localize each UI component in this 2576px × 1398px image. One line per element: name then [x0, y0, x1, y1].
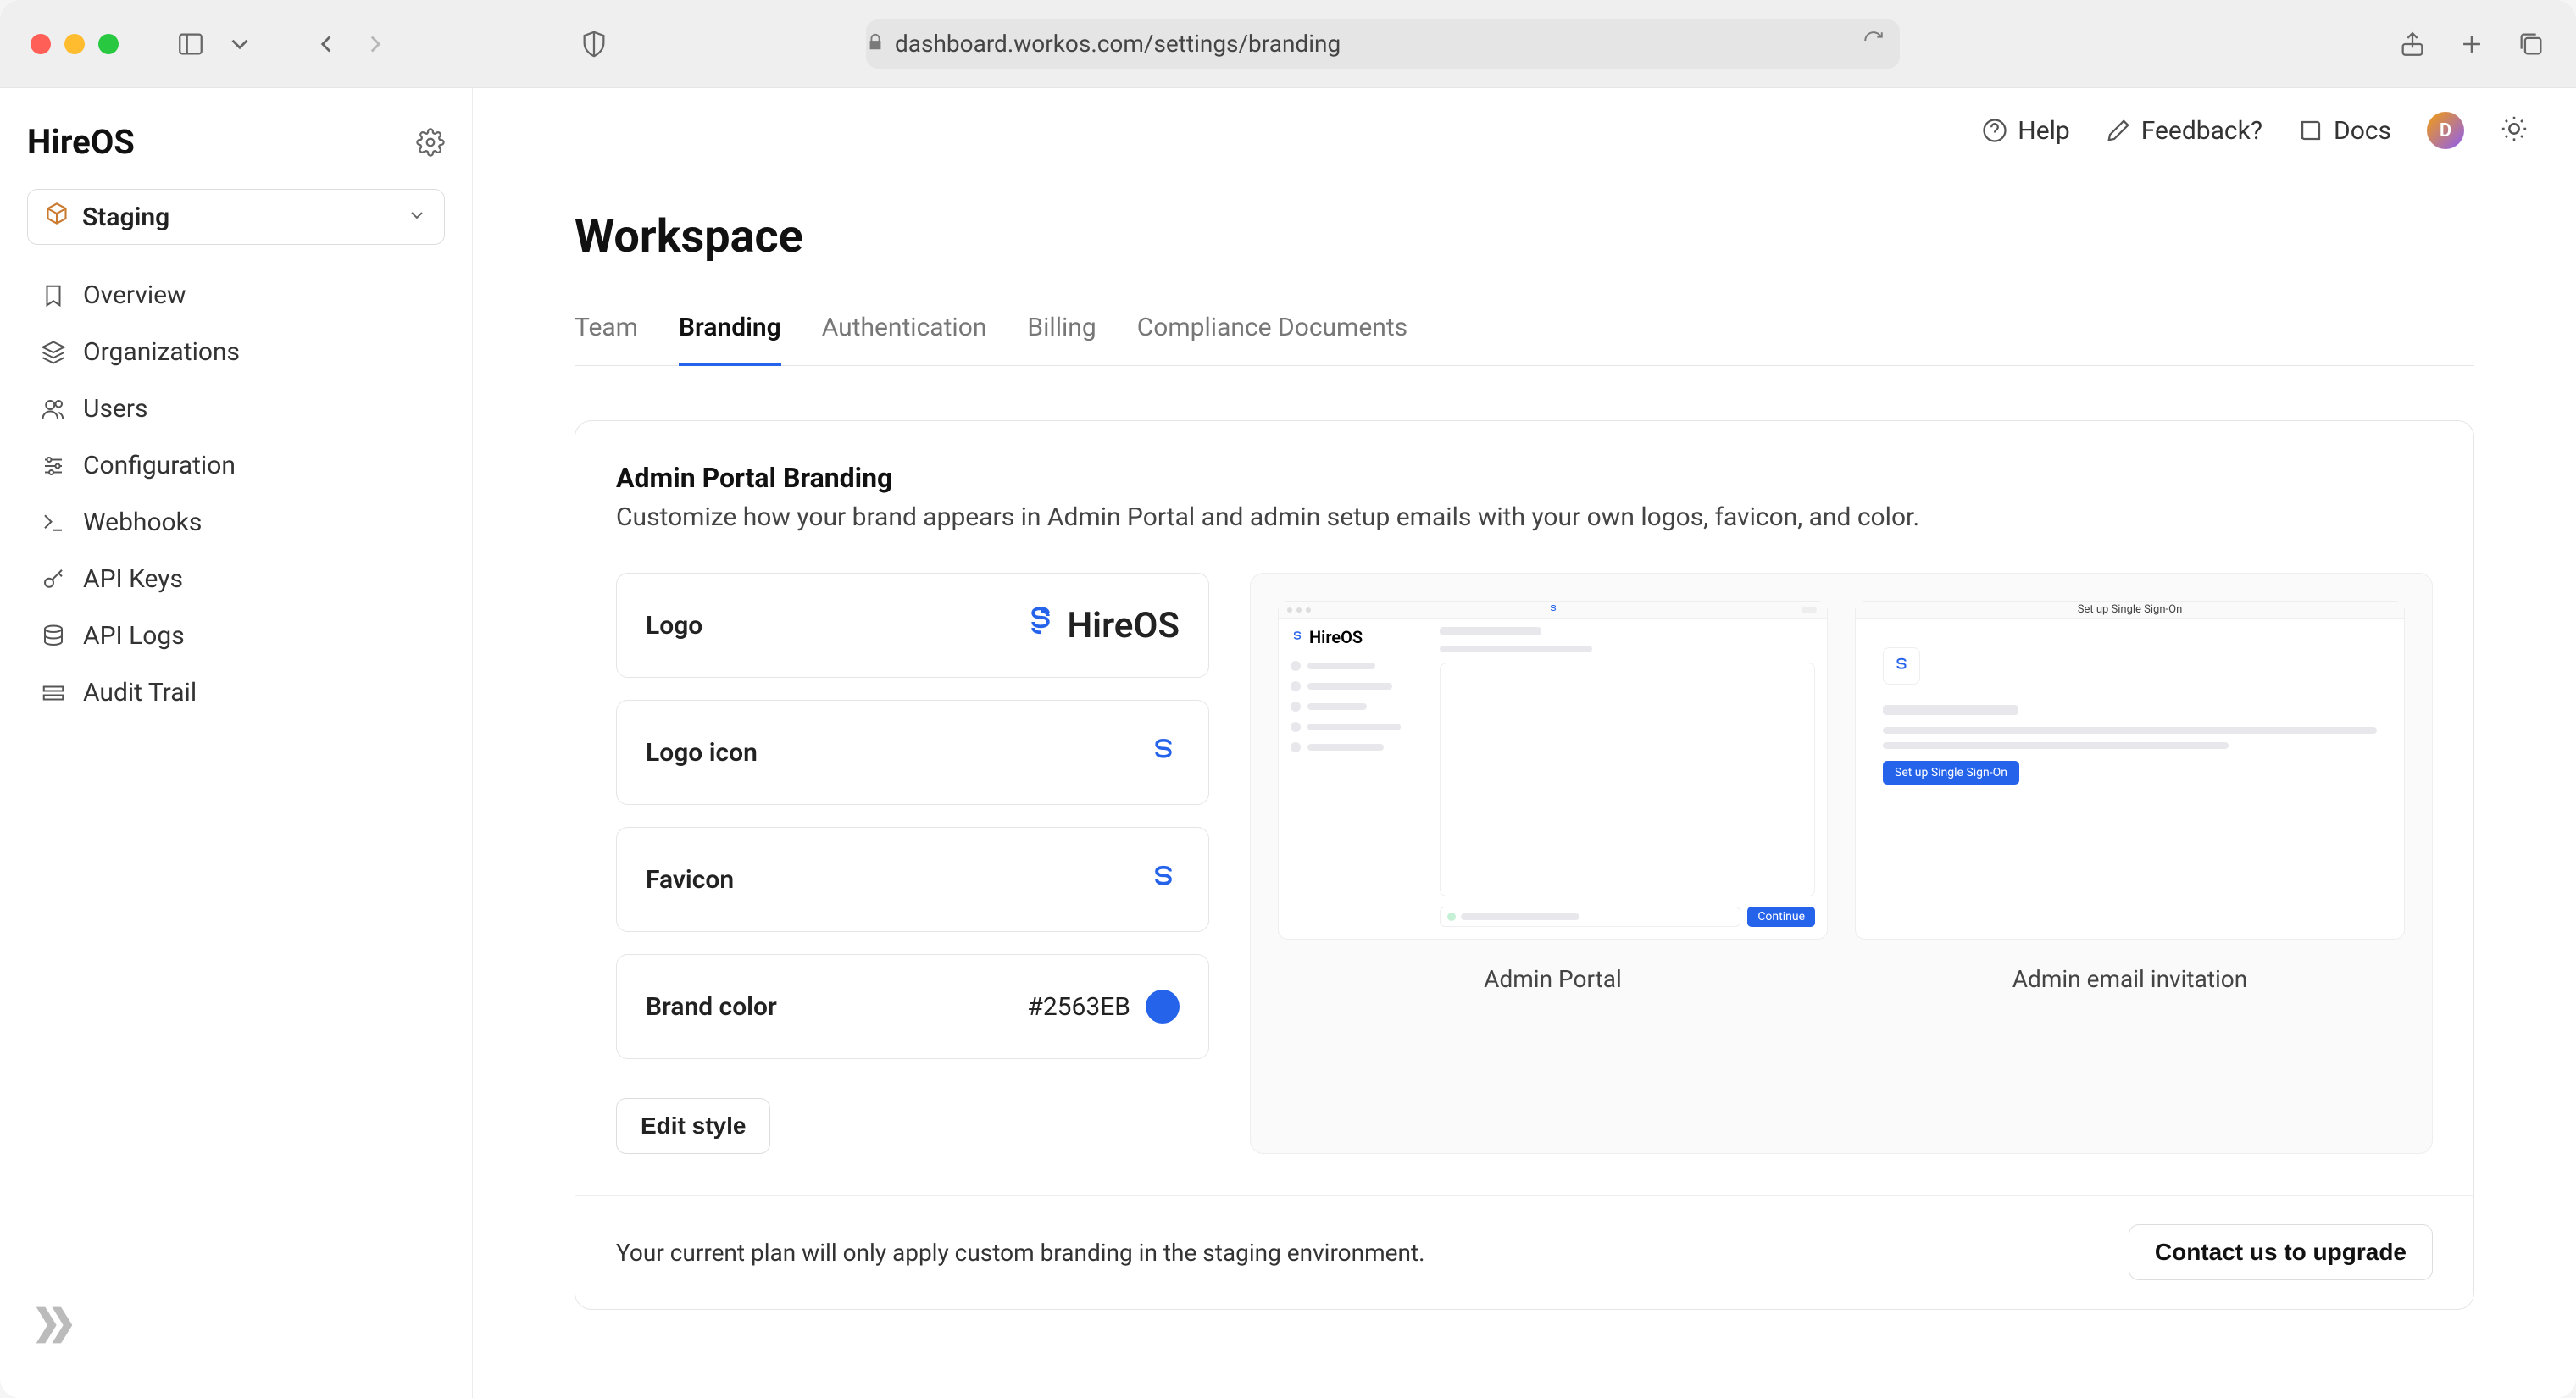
- email-cta-button: Set up Single Sign-On: [1883, 761, 2019, 785]
- sidebar-item-label: Overview: [83, 280, 186, 310]
- sidebar-item-label: Configuration: [83, 451, 236, 480]
- setting-label: Brand color: [646, 992, 777, 1022]
- color-swatch: [1146, 990, 1180, 1024]
- window-minimize-icon[interactable]: [64, 34, 85, 54]
- continue-button: Continue: [1747, 907, 1815, 927]
- gear-icon[interactable]: [416, 128, 445, 157]
- page-title: Workspace: [575, 210, 2474, 264]
- section-title: Admin Portal Branding: [616, 462, 2433, 494]
- sidebar-item-label: API Keys: [83, 564, 183, 594]
- brand-s-icon: [1548, 602, 1558, 618]
- share-icon[interactable]: [2398, 30, 2427, 58]
- email-subject: Set up Single Sign-On: [2078, 603, 2183, 616]
- preview-panel: HireOS: [1250, 573, 2433, 1154]
- contact-upgrade-button[interactable]: Contact us to upgrade: [2129, 1224, 2433, 1280]
- sidebar-item-webhooks[interactable]: Webhooks: [27, 496, 445, 549]
- url-text: dashboard.workos.com/settings/branding: [895, 30, 1341, 58]
- help-link[interactable]: Help: [1982, 116, 2069, 146]
- reload-icon[interactable]: [1863, 30, 1885, 58]
- edit-style-button[interactable]: Edit style: [616, 1098, 770, 1154]
- sidebar-item-audit-trail[interactable]: Audit Trail: [27, 666, 445, 719]
- new-tab-icon[interactable]: [2457, 30, 2486, 58]
- nav-back-icon[interactable]: [312, 30, 341, 58]
- cube-icon: [45, 202, 69, 232]
- brand-s-icon: [1147, 736, 1180, 768]
- setting-brand-color[interactable]: Brand color #2563EB: [616, 954, 1209, 1059]
- setting-label: Logo icon: [646, 738, 758, 768]
- section-description: Customize how your brand appears in Admi…: [616, 502, 2433, 532]
- sidebar: HireOS Staging Overview: [0, 88, 473, 1398]
- preview-brand: HireOS: [1291, 627, 1426, 647]
- brand-color-value: #2563EB: [1027, 992, 1130, 1022]
- sidebar-item-organizations[interactable]: Organizations: [27, 325, 445, 379]
- tab-authentication[interactable]: Authentication: [822, 301, 987, 366]
- url-bar[interactable]: dashboard.workos.com/settings/branding: [866, 19, 1900, 69]
- sidebar-item-label: API Logs: [83, 621, 185, 651]
- lock-icon: [866, 30, 885, 58]
- topbar: Help Feedback? Docs D: [473, 88, 2576, 173]
- setting-label: Favicon: [646, 865, 734, 895]
- sidebar-toggle-icon[interactable]: [176, 30, 205, 58]
- sidebar-item-api-keys[interactable]: API Keys: [27, 552, 445, 606]
- admin-email-preview: Set up Single Sign-On: [1855, 601, 2405, 940]
- setting-favicon[interactable]: Favicon: [616, 827, 1209, 932]
- brand-s-icon: [1883, 647, 1920, 685]
- environment-label: Staging: [82, 202, 169, 232]
- tab-branding[interactable]: Branding: [679, 301, 781, 366]
- window-close-icon[interactable]: [31, 34, 51, 54]
- browser-chrome: dashboard.workos.com/settings/branding: [0, 0, 2576, 88]
- preview-caption: Admin Portal: [1484, 965, 1622, 993]
- brand-s-icon: [1147, 863, 1180, 896]
- plan-notice: Your current plan will only apply custom…: [616, 1239, 1425, 1267]
- logo-preview: HireOS: [1023, 604, 1180, 646]
- feedback-link[interactable]: Feedback?: [2106, 116, 2262, 146]
- window-zoom-icon[interactable]: [98, 34, 119, 54]
- admin-portal-preview: HireOS: [1278, 601, 1828, 940]
- privacy-shield-icon[interactable]: [580, 30, 608, 58]
- sidebar-item-label: Webhooks: [83, 508, 202, 537]
- sidebar-item-api-logs[interactable]: API Logs: [27, 609, 445, 663]
- brand-s-icon: [1023, 604, 1058, 646]
- tab-billing[interactable]: Billing: [1027, 301, 1096, 366]
- app-name: HireOS: [27, 122, 135, 162]
- sidebar-item-users[interactable]: Users: [27, 382, 445, 435]
- theme-toggle-icon[interactable]: [2500, 114, 2529, 147]
- tabs-overview-icon[interactable]: [2517, 30, 2545, 58]
- sidebar-item-label: Organizations: [83, 337, 240, 367]
- sidebar-item-label: Audit Trail: [83, 678, 197, 707]
- tabs: Team Branding Authentication Billing Com…: [575, 301, 2474, 366]
- sidebar-item-configuration[interactable]: Configuration: [27, 439, 445, 492]
- sidebar-item-label: Users: [83, 394, 148, 424]
- setting-logo[interactable]: Logo HireOS: [616, 573, 1209, 678]
- sidebar-item-overview[interactable]: Overview: [27, 269, 445, 322]
- docs-link[interactable]: Docs: [2298, 116, 2391, 146]
- traffic-lights: [31, 34, 119, 54]
- chevron-down-icon[interactable]: [225, 30, 254, 58]
- tab-compliance-documents[interactable]: Compliance Documents: [1137, 301, 1407, 366]
- workos-logo-icon: [27, 1298, 445, 1364]
- chevron-down-icon: [407, 202, 427, 232]
- setting-label: Logo: [646, 611, 702, 641]
- avatar[interactable]: D: [2427, 112, 2464, 149]
- preview-caption: Admin email invitation: [2012, 965, 2247, 993]
- branding-card: Admin Portal Branding Customize how your…: [575, 420, 2474, 1310]
- environment-select[interactable]: Staging: [27, 189, 445, 245]
- nav-forward-icon: [361, 30, 390, 58]
- setting-logo-icon[interactable]: Logo icon: [616, 700, 1209, 805]
- tab-team[interactable]: Team: [575, 301, 638, 366]
